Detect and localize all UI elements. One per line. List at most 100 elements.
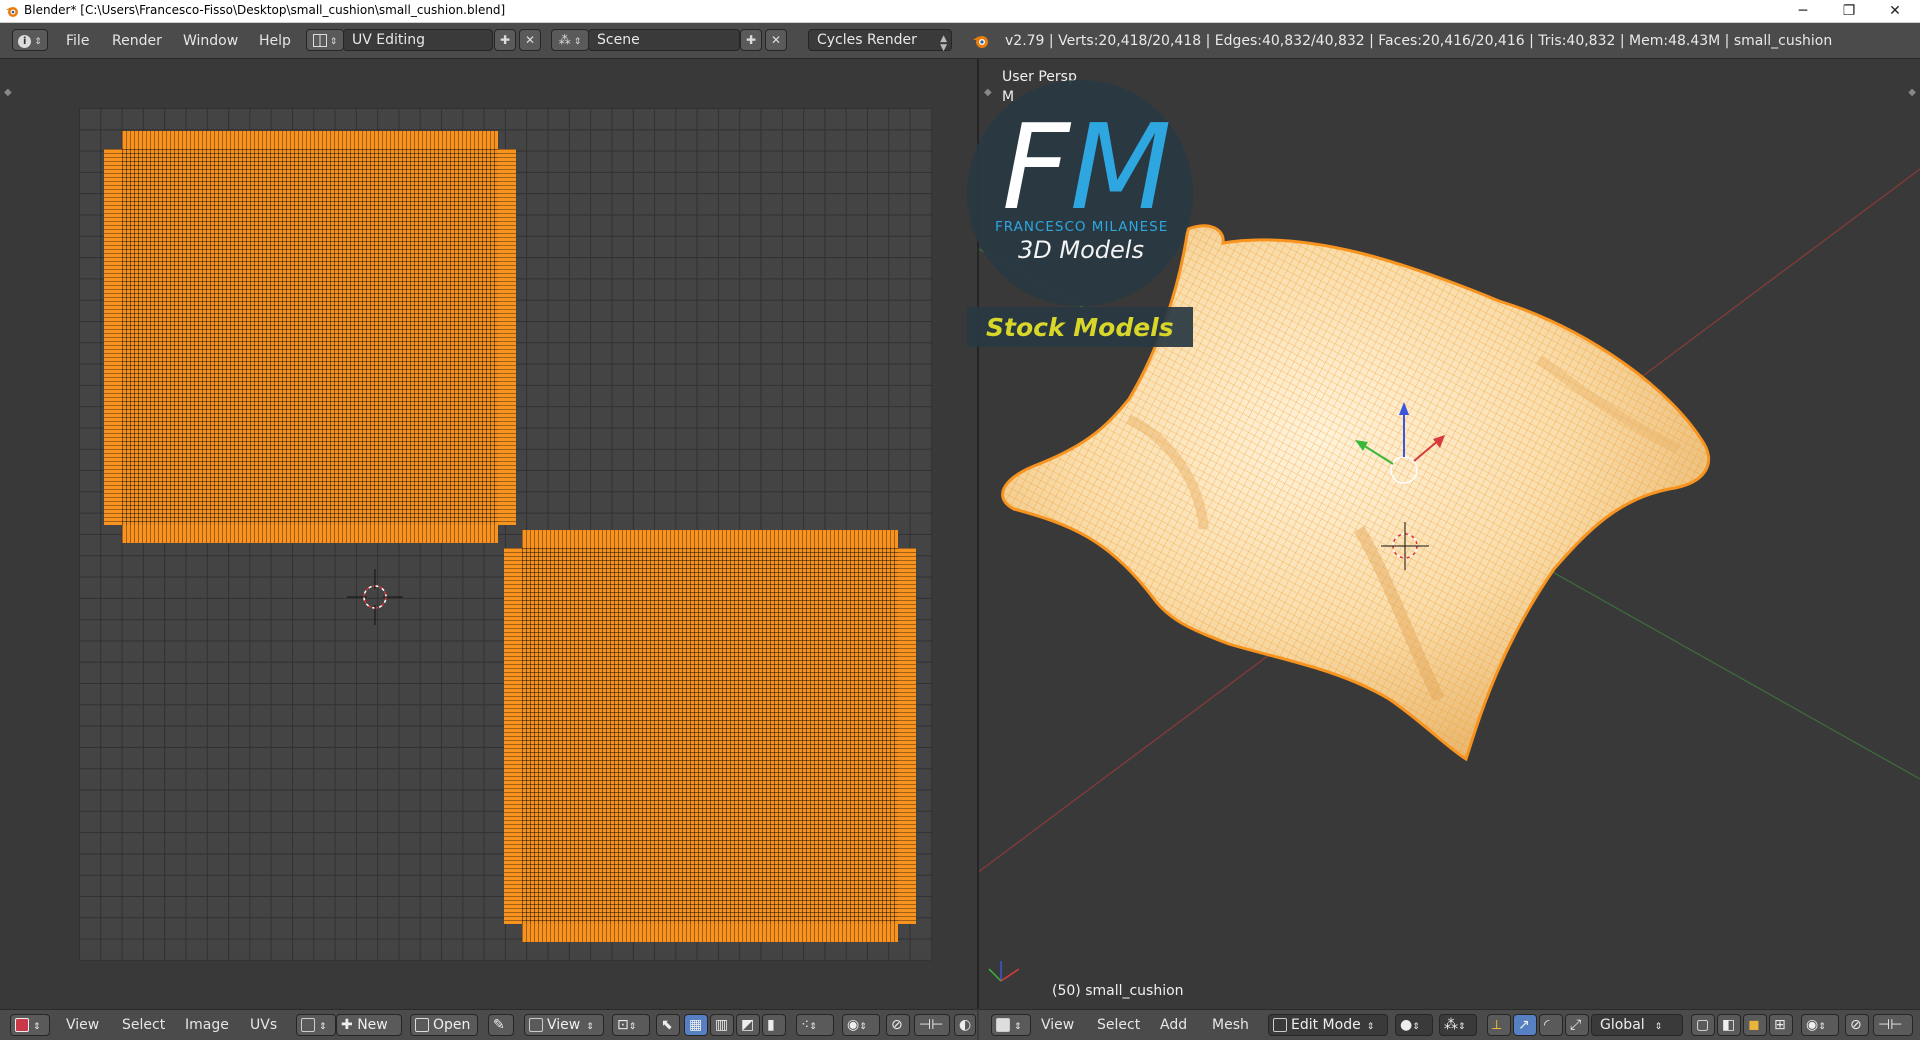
manipulator-toggle-button[interactable]: ⟂ — [1487, 1014, 1511, 1036]
3d-menu-view[interactable]: View — [1041, 1017, 1074, 1033]
uv-island-edge — [522, 530, 898, 550]
image-browse-button[interactable]: ⇕ — [296, 1014, 336, 1036]
3d-menu-add[interactable]: Add — [1160, 1017, 1187, 1033]
sync-selection-button[interactable]: ⬉ — [656, 1014, 680, 1036]
watermark-letter-f: F — [1002, 98, 1070, 236]
rotate-manipulator-button[interactable]: ◜ — [1539, 1014, 1563, 1036]
editor-type-button[interactable]: ⇕ — [10, 1014, 50, 1036]
3d-view-header: ⇕ View Select Add Mesh Edit Mode ⇕ ●⇕ ⁂⇕ … — [979, 1009, 1920, 1040]
uv-island-edge — [104, 149, 124, 525]
face-select-mode-button[interactable]: ◼ — [1743, 1014, 1767, 1036]
face-select-button[interactable]: ◩ — [736, 1014, 760, 1036]
watermark-fm-letters: FM — [1002, 108, 1172, 226]
folder-icon — [415, 1018, 429, 1032]
pivot-icon: ⊡ — [617, 1017, 629, 1033]
active-object-label: (50) small_cushion — [1052, 983, 1184, 999]
layout-name-field[interactable]: UV Editing — [343, 29, 493, 51]
sticky-select-button[interactable]: ⁖⇕ — [796, 1014, 834, 1036]
viewport-shading-dropdown[interactable]: ●⇕ — [1395, 1014, 1433, 1036]
new-image-button[interactable]: ✚ New — [336, 1014, 402, 1036]
plus-icon: ✚ — [341, 1017, 358, 1033]
island-select-button[interactable]: ▮ — [762, 1014, 786, 1036]
uv-image-editor[interactable]: ◆ — [0, 59, 979, 1009]
close-window-button[interactable]: ✕ — [1872, 0, 1918, 22]
scene-name-field[interactable]: Scene — [588, 29, 740, 51]
watermark-author-name: FRANCESCO MILANESE — [995, 219, 1169, 235]
pin-button[interactable]: ✎ — [488, 1014, 514, 1036]
scene-browse-button[interactable]: ⁂ ⇕ — [551, 29, 589, 51]
interaction-mode-label: Edit Mode — [1291, 1017, 1361, 1033]
minimize-button[interactable]: ─ — [1780, 0, 1826, 22]
falloff-button[interactable]: ⊘ — [886, 1014, 910, 1036]
region-toggle-icon[interactable]: ◆ — [1908, 87, 1916, 98]
uv-menu-select[interactable]: Select — [122, 1017, 165, 1033]
watermark-letter-m: M — [1069, 98, 1172, 236]
region-toggle-icon[interactable]: ◆ — [4, 87, 12, 98]
overlay-button[interactable]: ◐ — [954, 1014, 976, 1036]
proportional-edit-icon: ◉ — [847, 1017, 860, 1033]
open-image-button[interactable]: Open — [410, 1014, 478, 1036]
proportional-edit-button[interactable]: ◉⇕ — [1801, 1014, 1839, 1036]
falloff-icon: ⊘ — [891, 1017, 903, 1033]
solid-shading-icon: ● — [1400, 1017, 1413, 1033]
x-icon: ✕ — [770, 33, 782, 47]
menu-file[interactable]: File — [66, 33, 89, 49]
transform-orientation-label: Global — [1600, 1017, 1645, 1033]
2d-cursor-icon[interactable] — [345, 567, 405, 627]
uv-menu-uvs[interactable]: UVs — [250, 1017, 277, 1033]
cursor-arrow-icon: ⬉ — [661, 1017, 673, 1033]
face-select-icon: ◼ — [1748, 1017, 1760, 1033]
menu-help[interactable]: Help — [259, 33, 291, 49]
face-select-icon: ◩ — [741, 1017, 755, 1033]
manipulator-icon: ⟂ — [1492, 1017, 1502, 1033]
delete-layout-button[interactable]: ✕ — [519, 29, 541, 51]
translate-manipulator-button[interactable]: ↗ — [1513, 1014, 1537, 1036]
scene-statistics: v2.79 | Verts:20,418/20,418 | Edges:40,8… — [1005, 33, 1833, 49]
proportional-edit-button[interactable]: ◉⇕ — [842, 1014, 880, 1036]
open-image-label: Open — [433, 1017, 471, 1033]
pivot-button[interactable]: ⊡⇕ — [612, 1014, 650, 1036]
vertex-select-button[interactable]: ▦ — [684, 1014, 708, 1036]
add-scene-button[interactable]: ✚ — [740, 29, 762, 51]
uv-island-top[interactable] — [104, 131, 516, 543]
snap-element-button[interactable]: ⊣⊢ — [1873, 1014, 1913, 1036]
uv-island-bottom[interactable] — [504, 530, 916, 942]
pivot-point-dropdown[interactable]: ⁂⇕ — [1439, 1014, 1477, 1036]
delete-scene-button[interactable]: ✕ — [765, 29, 787, 51]
vertex-select-mode-button[interactable]: ▢ — [1691, 1014, 1715, 1036]
window-titlebar: Blender* [C:\Users\Francesco-Fisso\Deskt… — [0, 0, 1920, 23]
3d-menu-mesh[interactable]: Mesh — [1212, 1017, 1249, 1033]
image-editor-icon — [15, 1018, 29, 1032]
layout-grid-icon — [312, 34, 327, 47]
restore-button[interactable]: ❐ — [1826, 0, 1872, 22]
uv-menu-image[interactable]: Image — [185, 1017, 229, 1033]
pivot-point-icon: ⁂ — [1444, 1017, 1458, 1033]
snap-button[interactable]: ⊣⊢ — [914, 1014, 950, 1036]
menu-window[interactable]: Window — [183, 33, 238, 49]
view-mode-dropdown[interactable]: View ⇕ — [524, 1014, 604, 1036]
uv-island-edge — [496, 149, 516, 525]
scale-manipulator-button[interactable]: ⤢ — [1565, 1014, 1589, 1036]
render-engine-dropdown[interactable]: Cycles Render ▲ ▼ — [808, 29, 952, 53]
3d-menu-select[interactable]: Select — [1097, 1017, 1140, 1033]
limit-selection-button[interactable]: ⊞ — [1769, 1014, 1793, 1036]
edge-select-button[interactable]: ▥ — [710, 1014, 734, 1036]
add-layout-button[interactable]: ✚ — [494, 29, 516, 51]
uv-island-edge — [504, 548, 524, 924]
layout-browse-button[interactable]: ⇕ — [306, 29, 344, 51]
pin-icon: ✎ — [493, 1017, 505, 1033]
uv-grid-canvas[interactable] — [79, 108, 932, 961]
transform-orientation-dropdown[interactable]: Global ⇕ — [1591, 1014, 1683, 1036]
editor-type-info-button[interactable]: i ⇕ — [12, 29, 48, 51]
editor-type-button[interactable]: ⇕ — [991, 1014, 1031, 1036]
blender-logo-icon — [6, 7, 18, 17]
uv-island-faces — [122, 149, 498, 525]
edge-select-mode-button[interactable]: ◧ — [1717, 1014, 1741, 1036]
menu-render[interactable]: Render — [112, 33, 162, 49]
region-toggle-icon[interactable]: ◆ — [984, 87, 992, 98]
interaction-mode-dropdown[interactable]: Edit Mode ⇕ — [1268, 1014, 1388, 1036]
uv-editor-header: ⇕ View Select Image UVs ⇕ ✚ New Open ✎ V… — [0, 1009, 977, 1040]
uv-menu-view[interactable]: View — [66, 1017, 99, 1033]
image-view-icon — [529, 1018, 543, 1032]
falloff-button[interactable]: ⊘ — [1845, 1014, 1869, 1036]
